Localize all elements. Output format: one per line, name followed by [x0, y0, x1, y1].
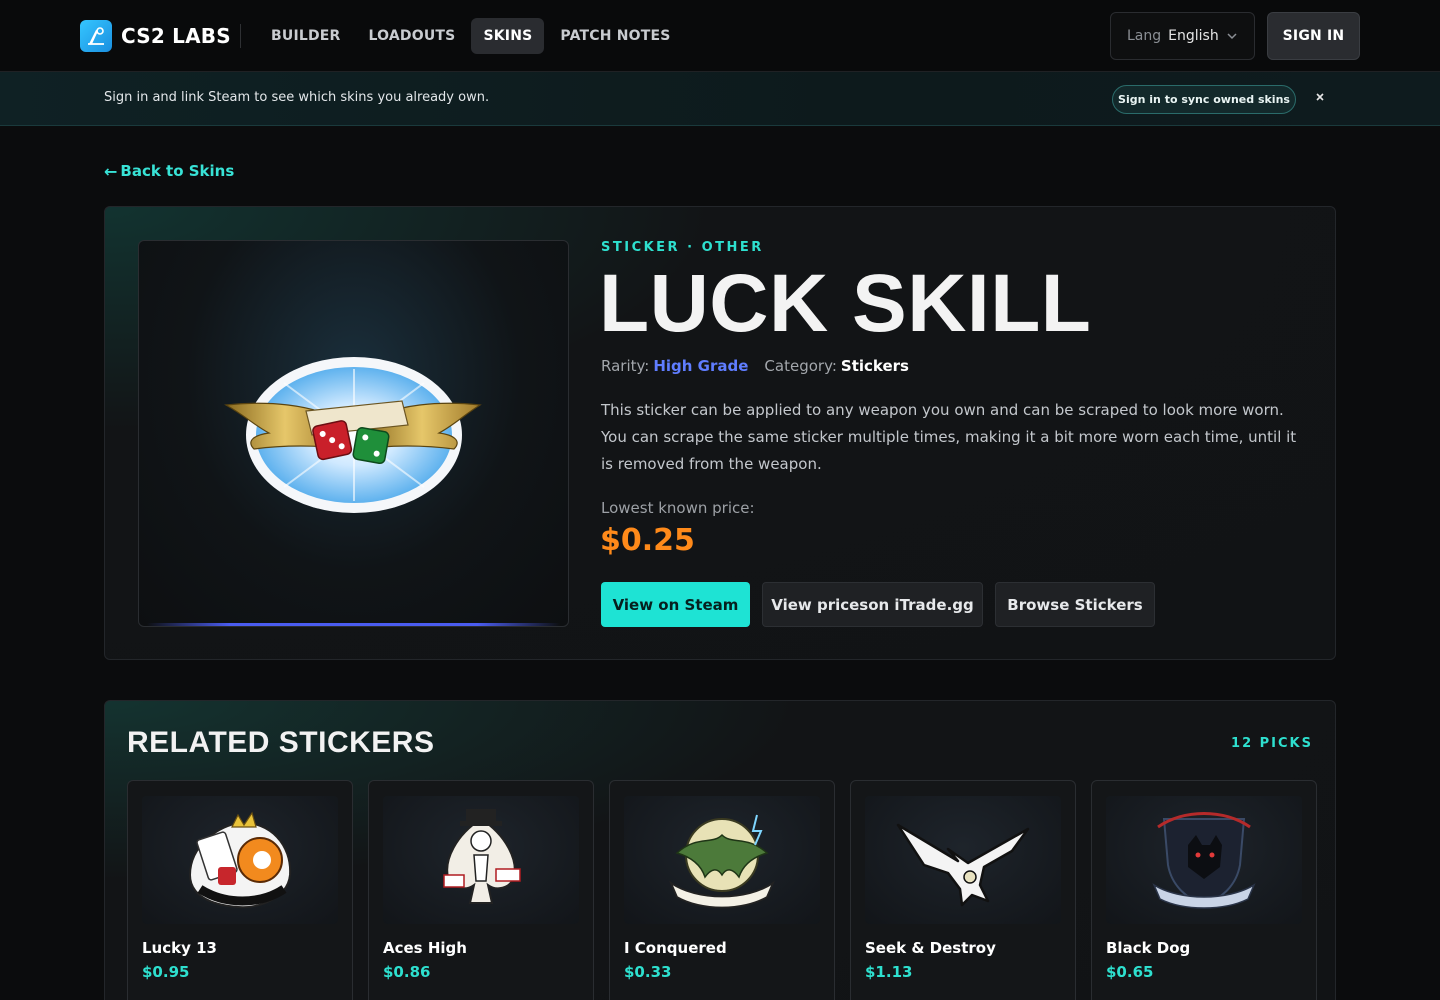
related-name: Black Dog: [1106, 939, 1191, 957]
aces-high-sticker-icon: [383, 796, 579, 924]
item-kicker: STICKER · OTHER: [601, 240, 764, 255]
nav-patch-notes[interactable]: PATCH NOTES: [548, 18, 682, 54]
chevron-down-icon: [1227, 33, 1237, 40]
related-card-i-conquered[interactable]: I Conquered $0.33: [609, 780, 835, 1000]
related-name: Aces High: [383, 939, 467, 957]
related-card-black-dog[interactable]: Black Dog $0.65: [1091, 780, 1317, 1000]
nav-skins[interactable]: SKINS: [471, 18, 545, 54]
related-price: $0.86: [383, 963, 431, 981]
related-card-lucky-13[interactable]: Lucky 13 $0.95: [127, 780, 353, 1000]
view-prices-itrade-button[interactable]: View priceson iTrade.gg: [762, 582, 983, 627]
sign-in-button[interactable]: SIGN IN: [1267, 12, 1360, 60]
language-label: Lang: [1127, 28, 1162, 44]
close-icon[interactable]: [1313, 90, 1327, 104]
nav-builder[interactable]: BUILDER: [259, 18, 353, 54]
related-name: Seek & Destroy: [865, 939, 996, 957]
rarity-label: Rarity:: [601, 357, 650, 375]
language-select[interactable]: Lang English: [1110, 12, 1255, 60]
related-name: Lucky 13: [142, 939, 217, 957]
lucky-thirteen-sticker-icon: [142, 796, 338, 924]
related-grid: Lucky 13 $0.95 Aces High $0.86 I Conquer…: [127, 780, 1317, 1000]
top-header: CS2 LABS BUILDER LOADOUTS SKINS PATCH NO…: [0, 0, 1440, 72]
category-value: Stickers: [840, 357, 909, 375]
sync-banner: Sign in and link Steam to see which skin…: [0, 72, 1440, 126]
seek-destroy-sticker-icon: [865, 796, 1061, 924]
header-divider: [240, 24, 241, 48]
related-price: $0.33: [624, 963, 672, 981]
logo-text: CS2 LABS: [121, 24, 231, 48]
rarity-bar: [147, 623, 560, 626]
related-stickers-section: RELATED STICKERS 12 PICKS Lucky 13 $0.95: [104, 700, 1336, 1000]
luck-skill-sticker-image: [224, 357, 482, 513]
related-count: 12 PICKS: [1231, 736, 1313, 751]
black-dog-sticker-icon: [1106, 796, 1302, 924]
related-name: I Conquered: [624, 939, 727, 957]
language-value: English: [1168, 28, 1219, 44]
item-detail-card: STICKER · OTHER LUCK SKILL Rarity: High …: [104, 206, 1336, 660]
category-label: Category:: [764, 357, 837, 375]
i-conquered-sticker-icon: [624, 796, 820, 924]
item-title: LUCK SKILL: [599, 258, 1092, 349]
browse-stickers-button[interactable]: Browse Stickers: [995, 582, 1155, 627]
main-nav: BUILDER LOADOUTS SKINS PATCH NOTES: [259, 18, 687, 54]
sticker-image-frame: [138, 240, 569, 627]
back-to-skins-link[interactable]: ← Back to Skins: [104, 160, 234, 182]
back-link-label: Back to Skins: [120, 162, 235, 180]
price-value: $0.25: [600, 523, 695, 558]
logo-link[interactable]: CS2 LABS: [80, 20, 231, 52]
logo-icon: [80, 20, 112, 52]
related-card-seek-destroy[interactable]: Seek & Destroy $1.13: [850, 780, 1076, 1000]
rarity-value: High Grade: [653, 357, 749, 375]
view-on-steam-button[interactable]: View on Steam: [601, 582, 750, 627]
item-meta: Rarity: High Grade Category: Stickers: [601, 357, 909, 375]
related-price: $0.95: [142, 963, 190, 981]
related-title: RELATED STICKERS: [127, 726, 435, 759]
sync-owned-skins-button[interactable]: Sign in to sync owned skins: [1112, 85, 1296, 114]
price-label: Lowest known price:: [601, 499, 755, 517]
related-price: $0.65: [1106, 963, 1154, 981]
nav-loadouts[interactable]: LOADOUTS: [357, 18, 468, 54]
banner-text: Sign in and link Steam to see which skin…: [104, 90, 490, 105]
related-card-aces-high[interactable]: Aces High $0.86: [368, 780, 594, 1000]
related-price: $1.13: [865, 963, 913, 981]
arrow-left-icon: ←: [104, 161, 118, 181]
item-description: This sticker can be applied to any weapo…: [601, 401, 1297, 473]
